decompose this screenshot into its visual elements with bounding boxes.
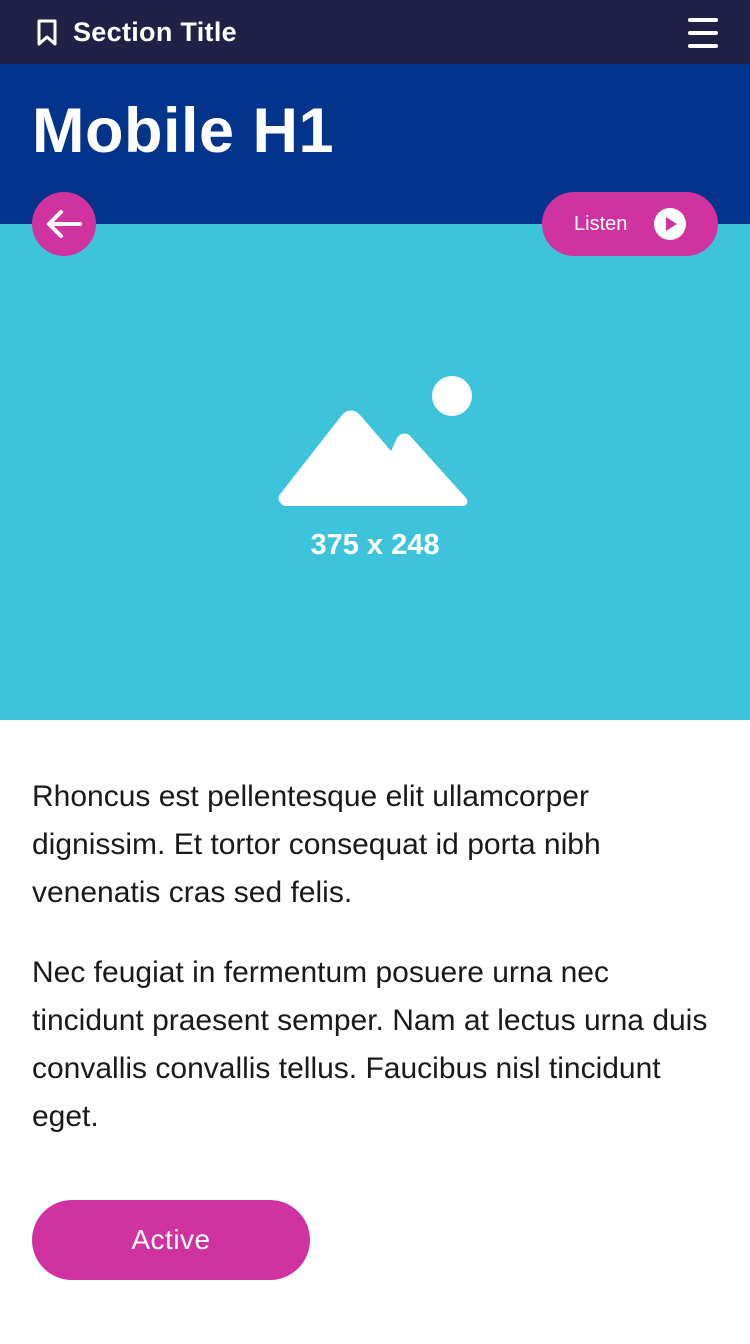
active-button[interactable]: Active bbox=[32, 1200, 310, 1280]
top-bar: Section Title bbox=[0, 0, 750, 64]
play-circle-icon bbox=[654, 208, 686, 240]
placeholder-dimensions-label: 375 x 248 bbox=[310, 529, 440, 561]
page-title: Mobile H1 bbox=[32, 96, 335, 166]
image-placeholder-icon bbox=[278, 376, 472, 506]
body-paragraph: Nec feugiat in fermentum posuere urna ne… bbox=[32, 956, 708, 1133]
listen-label: Listen bbox=[574, 213, 628, 235]
bookmark-icon[interactable] bbox=[36, 19, 58, 47]
listen-button[interactable]: Listen bbox=[542, 192, 718, 256]
hamburger-menu-icon[interactable] bbox=[682, 16, 724, 50]
section-title: Section Title bbox=[73, 17, 237, 47]
body-paragraph: Rhoncus est pellentesque elit ullamcorpe… bbox=[32, 780, 601, 909]
page: Section Title Mobile H1 375 x 248 Listen… bbox=[0, 0, 750, 1344]
arrow-left-icon bbox=[47, 210, 82, 238]
back-button[interactable] bbox=[32, 192, 96, 256]
